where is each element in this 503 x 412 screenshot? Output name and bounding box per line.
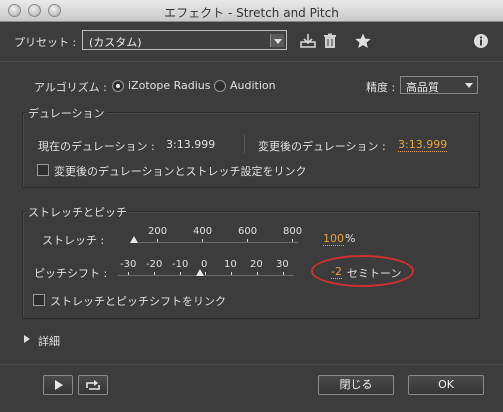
ok-button[interactable]: OK xyxy=(408,375,484,395)
pitch-tick-minus30: -30 xyxy=(120,259,137,270)
preset-label: プリセット : xyxy=(14,36,77,49)
stretch-tick-400: 400 xyxy=(193,226,213,237)
pitch-shift-label: ピッチシフト : xyxy=(34,267,108,280)
algorithm-option-audition-label: Audition xyxy=(230,79,276,92)
stretch-slider-thumb[interactable] xyxy=(130,236,138,243)
pitch-tick-20: 20 xyxy=(250,259,263,270)
stretch-pitch-group-title: ストレッチとピッチ xyxy=(26,204,129,220)
pitch-slider-thumb[interactable] xyxy=(196,269,204,276)
link-stretch-pitch-checkbox-label: ストレッチとピッチシフトをリンク xyxy=(50,295,226,308)
stretch-unit: % xyxy=(345,232,356,245)
algorithm-radio-audition[interactable] xyxy=(214,80,226,92)
link-stretch-pitch-checkbox[interactable] xyxy=(33,294,45,306)
pitch-tick-10: 10 xyxy=(224,259,237,270)
advanced-label[interactable]: 詳細 xyxy=(38,333,60,349)
loop-icon xyxy=(86,380,100,390)
window-title: エフェクト - Stretch and Pitch xyxy=(164,6,339,20)
link-duration-checkbox-label: 変更後のデュレーションとストレッチ設定をリンク xyxy=(54,165,307,178)
stretch-slider-track[interactable] xyxy=(130,242,298,243)
link-duration-checkbox[interactable] xyxy=(37,164,49,176)
info-icon[interactable] xyxy=(472,32,490,50)
trash-icon[interactable] xyxy=(321,32,339,50)
header-divider xyxy=(0,61,503,62)
algorithm-option-izotope-label: iZotope Radius xyxy=(128,79,211,92)
star-icon[interactable] xyxy=(354,32,372,50)
stretch-tick-800: 800 xyxy=(283,226,303,237)
close-button[interactable]: 閉じる xyxy=(318,375,394,395)
preset-dropdown[interactable]: (カスタム) xyxy=(82,30,287,50)
title-bar: エフェクト - Stretch and Pitch xyxy=(0,0,503,22)
stretch-label: ストレッチ : xyxy=(42,234,105,247)
precision-label: 精度 : xyxy=(366,81,396,94)
precision-value: 高品質 xyxy=(406,81,439,94)
current-duration-label: 現在のデュレーション : xyxy=(38,140,155,153)
algorithm-radio-izotope[interactable] xyxy=(112,80,124,92)
stretch-value[interactable]: 100 xyxy=(323,232,344,246)
annotation-highlight-ellipse xyxy=(311,255,414,287)
save-preset-icon[interactable] xyxy=(299,32,317,50)
stretch-tick-200: 200 xyxy=(148,226,168,237)
pitch-tick-30: 30 xyxy=(276,259,289,270)
stretch-tick-600: 600 xyxy=(238,226,258,237)
pitch-slider-track[interactable] xyxy=(118,275,294,276)
precision-dropdown[interactable]: 高品質 xyxy=(400,76,478,94)
current-duration-value: 3:13.999 xyxy=(166,138,216,151)
new-duration-label: 変更後のデュレーション : xyxy=(258,140,386,153)
footer-divider xyxy=(0,364,503,365)
chevron-down-icon xyxy=(462,79,475,91)
new-duration-value[interactable]: 3:13.999 xyxy=(398,138,448,152)
chevron-down-icon xyxy=(270,34,284,47)
duration-group-title: デュレーション xyxy=(26,105,107,121)
loop-button[interactable] xyxy=(78,375,108,395)
disclosure-triangle-icon[interactable] xyxy=(24,335,30,343)
duration-divider xyxy=(244,134,245,154)
pitch-tick-minus10: -10 xyxy=(172,259,189,270)
play-button[interactable] xyxy=(43,375,73,395)
preset-value: (カスタム) xyxy=(89,36,142,49)
play-icon xyxy=(55,380,63,390)
algorithm-label: アルゴリズム : xyxy=(34,81,107,94)
pitch-tick-minus20: -20 xyxy=(146,259,163,270)
